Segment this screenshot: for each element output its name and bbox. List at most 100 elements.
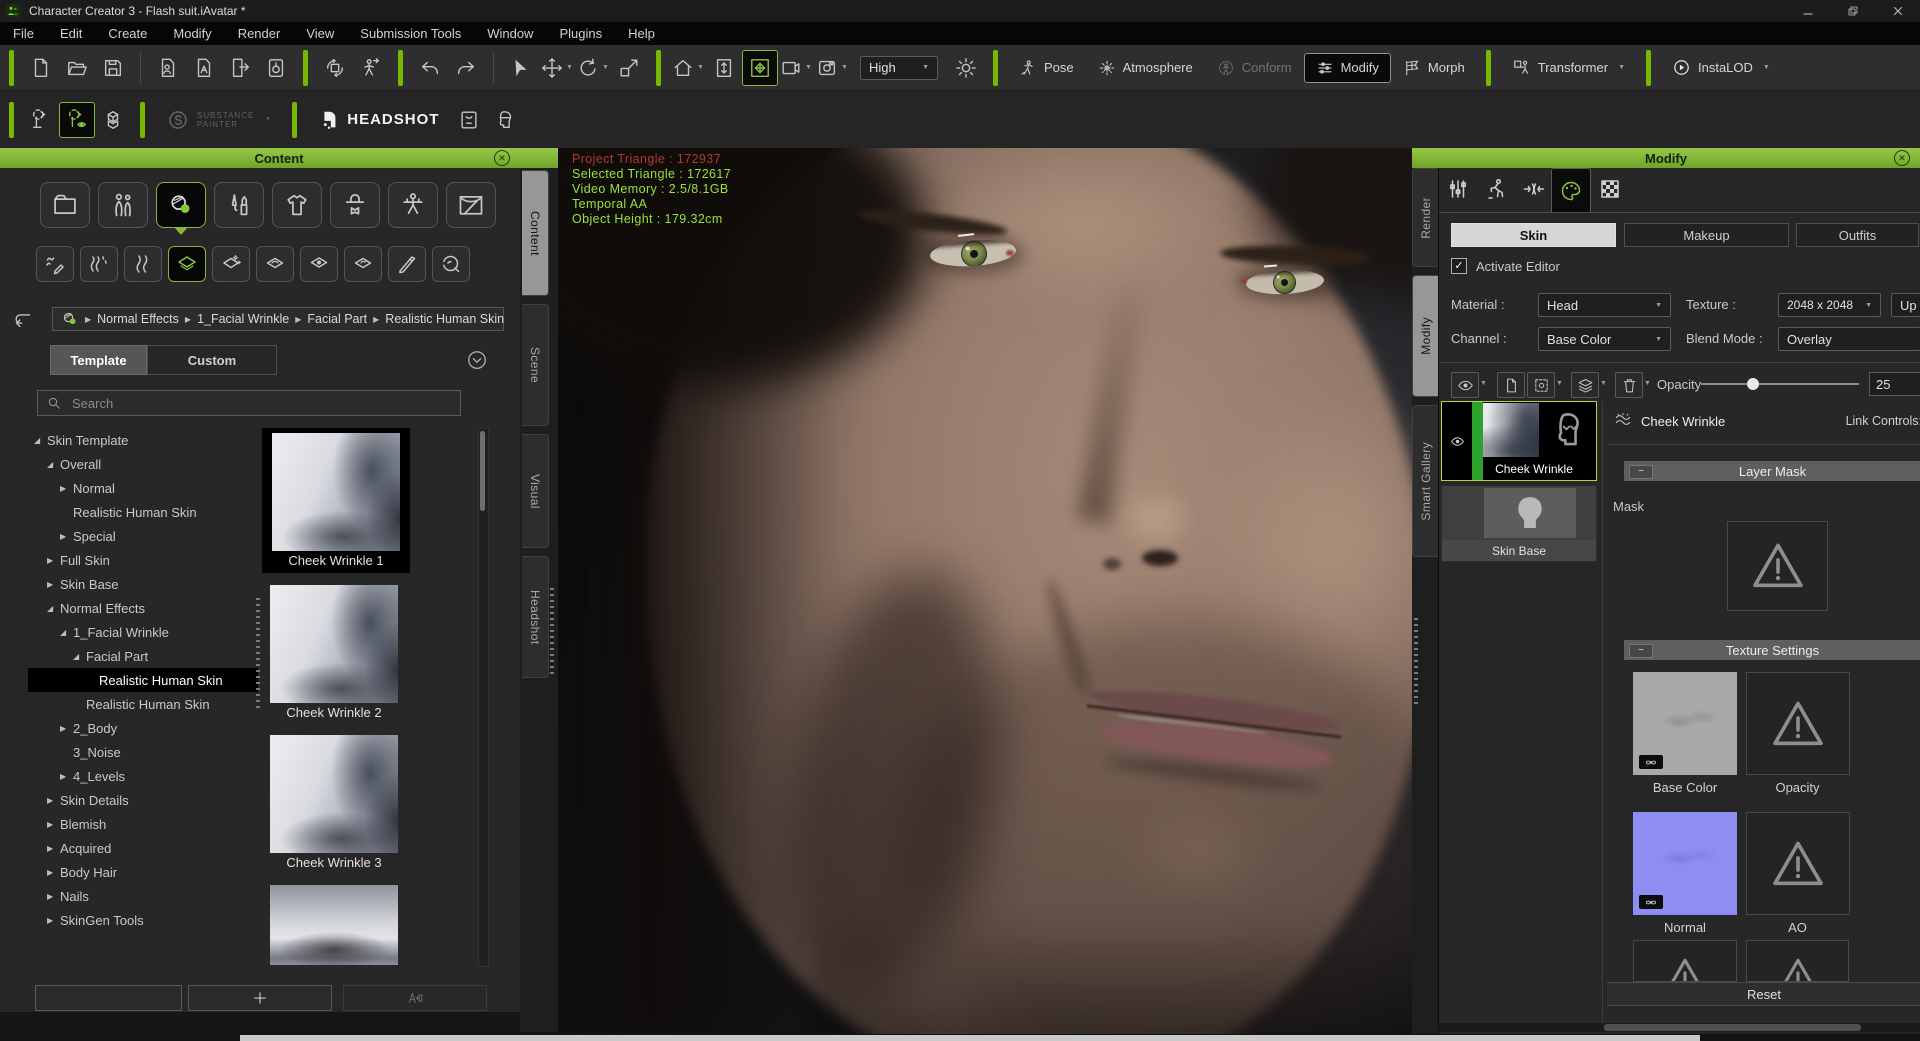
import-avatar-button[interactable] <box>150 50 186 86</box>
tree-item[interactable]: 3_Noise <box>28 740 258 764</box>
tree-item[interactable]: ◢ Overall <box>28 452 258 476</box>
headshot-head-button[interactable] <box>487 102 523 138</box>
update-button[interactable]: Up <box>1891 293 1920 317</box>
export-character-button[interactable] <box>222 50 258 86</box>
dock-drag-handle-right[interactable] <box>1414 618 1418 708</box>
tree-item[interactable]: Realistic Human Skin <box>28 692 258 716</box>
menu-submission-tools[interactable]: Submission Tools <box>347 22 474 45</box>
import-accessory-button[interactable] <box>186 50 222 86</box>
menu-modify[interactable]: Modify <box>160 22 224 45</box>
menu-plugins[interactable]: Plugins <box>546 22 615 45</box>
home-view-button[interactable]: ▼ <box>670 50 706 86</box>
layer-item[interactable]: Cheek Wrinkle <box>1441 401 1597 481</box>
breadcrumb-item[interactable]: Facial Part <box>307 312 367 326</box>
tree-item[interactable]: ▶ 4_Levels <box>28 764 258 788</box>
tree-item[interactable]: ▶ 2_Body <box>28 716 258 740</box>
viewport-3d[interactable]: Project Triangle : 172937 Selected Triang… <box>558 148 1412 1034</box>
thumbnail-item[interactable] <box>264 885 404 965</box>
subcategory-skin-dot-button[interactable] <box>300 246 338 282</box>
category-cloth-button[interactable] <box>272 182 322 228</box>
page-button[interactable] <box>1497 372 1525 398</box>
texture-slot-normal[interactable] <box>1633 812 1737 915</box>
dock-tab-render[interactable]: Render <box>1412 168 1439 267</box>
restore-button[interactable] <box>1830 0 1875 22</box>
tree-item[interactable]: ▶ Normal <box>28 476 258 500</box>
layer-item[interactable]: Skin Base <box>1441 485 1597 562</box>
close-button[interactable] <box>1875 0 1920 22</box>
new-project-button[interactable] <box>23 50 59 86</box>
breadcrumb-item[interactable]: 1_Facial Wrinkle <box>197 312 289 326</box>
dock-tab-headshot[interactable]: Headshot <box>522 556 549 678</box>
quality-dropdown[interactable]: High ▼ <box>860 55 938 80</box>
modify-hscrollbar[interactable] <box>1439 1023 1920 1032</box>
tree-item[interactable]: ▶ Skin Base <box>28 572 258 596</box>
subcategory-skin-shave-button[interactable] <box>432 246 470 282</box>
eye-button[interactable] <box>1451 372 1479 398</box>
tab-custom[interactable]: Custom <box>147 345 277 375</box>
tree-item[interactable]: ▶ Acquired <box>28 836 258 860</box>
export-pose-b-button[interactable] <box>59 101 95 138</box>
dock-tab-content[interactable]: Content <box>522 170 549 296</box>
tree-item[interactable]: ▶ Nails <box>28 884 258 908</box>
apply-down-button[interactable] <box>35 985 182 1011</box>
thumbnail-item[interactable]: Cheek Wrinkle 1 <box>262 428 410 573</box>
trash-button[interactable] <box>1615 372 1643 398</box>
marquee-button[interactable] <box>1527 372 1555 398</box>
thumbnail-item[interactable]: Cheek Wrinkle 2 <box>264 585 404 723</box>
breadcrumb-back-icon[interactable] <box>12 309 34 331</box>
subcategory-skin-tool-1-button[interactable] <box>36 246 74 282</box>
category-skin-ball-button[interactable] <box>156 182 206 235</box>
pose-mode-button[interactable]: Pose <box>1007 53 1086 83</box>
texture-slot-opacity[interactable] <box>1746 672 1850 775</box>
subcategory-skin-tool-3-button[interactable] <box>124 246 162 282</box>
dock-tab-modify[interactable]: Modify <box>1412 275 1439 397</box>
fit-view-button[interactable] <box>706 50 742 86</box>
tab-skin[interactable]: Skin <box>1451 223 1616 247</box>
dropdown-arrow[interactable]: ▼ <box>1600 380 1607 387</box>
thumbnail-item[interactable]: Cheek Wrinkle 3 <box>264 735 404 873</box>
subcategory-skin-blade-button[interactable] <box>388 246 426 282</box>
material-dropdown[interactable]: Head ▼ <box>1538 293 1671 317</box>
collapse-texture-settings[interactable]: − <box>1629 644 1653 658</box>
category-makeup-button[interactable] <box>214 182 264 228</box>
tree-item[interactable]: ▶ Full Skin <box>28 548 258 572</box>
save-project-button[interactable] <box>95 50 131 86</box>
modify-tab-rp-checker[interactable] <box>1593 172 1627 206</box>
mask-card-button[interactable] <box>451 102 487 138</box>
texture-size-dropdown[interactable]: 2048 x 2048 ▼ <box>1778 293 1881 317</box>
add-plus-button[interactable] <box>188 985 332 1011</box>
modify-close-icon[interactable]: ✕ <box>1894 150 1910 166</box>
camera-mini-button[interactable]: ▼ <box>814 50 850 86</box>
tab-outfits[interactable]: Outfits <box>1796 223 1919 247</box>
dropdown-arrow[interactable]: ▼ <box>1556 380 1563 387</box>
tree-item[interactable]: ◢ Normal Effects <box>28 596 258 620</box>
texture-slot-base-color[interactable] <box>1633 672 1737 775</box>
blend-mode-dropdown[interactable]: Overlay <box>1778 327 1920 351</box>
dock-tab-scene[interactable]: Scene <box>522 304 549 426</box>
modify-tab-rp-sliders[interactable] <box>1441 172 1475 206</box>
substance-painter-button[interactable]: SUBSTANCE PAINTER ▼ <box>154 102 283 138</box>
tree-item[interactable]: Realistic Human Skin <box>28 500 258 524</box>
dock-drag-handle[interactable] <box>550 588 554 678</box>
send-to-iclone-button[interactable] <box>258 50 294 86</box>
export-pose-button[interactable] <box>353 50 389 86</box>
brightness-button[interactable] <box>948 50 984 86</box>
search-input[interactable] <box>70 394 452 412</box>
menu-edit[interactable]: Edit <box>47 22 95 45</box>
atmosphere-mode-button[interactable]: Atmosphere <box>1086 53 1205 83</box>
subcategory-skin-arc-button[interactable] <box>256 246 294 282</box>
reset-button[interactable]: Reset <box>1607 982 1920 1006</box>
tree-item[interactable]: ◢ Facial Part <box>28 644 258 668</box>
dock-tab-visual[interactable]: Visual <box>522 434 549 548</box>
apply-material-button[interactable] <box>343 985 487 1011</box>
transformer-button[interactable]: Transformer ▼ <box>1500 52 1637 83</box>
breadcrumb-item[interactable]: Normal Effects <box>97 312 179 326</box>
tree-item[interactable]: ▶ SkinGen Tools <box>28 908 258 932</box>
modify-tab-rp-palette[interactable] <box>1551 168 1591 213</box>
opacity-slider-track[interactable] <box>1701 378 1859 390</box>
camera-view-button[interactable]: ▼ <box>778 50 814 86</box>
menu-create[interactable]: Create <box>95 22 160 45</box>
layers-stack-button[interactable] <box>1571 372 1599 398</box>
menu-file[interactable]: File <box>0 22 47 45</box>
modify-mode-button[interactable]: Modify <box>1303 52 1391 83</box>
